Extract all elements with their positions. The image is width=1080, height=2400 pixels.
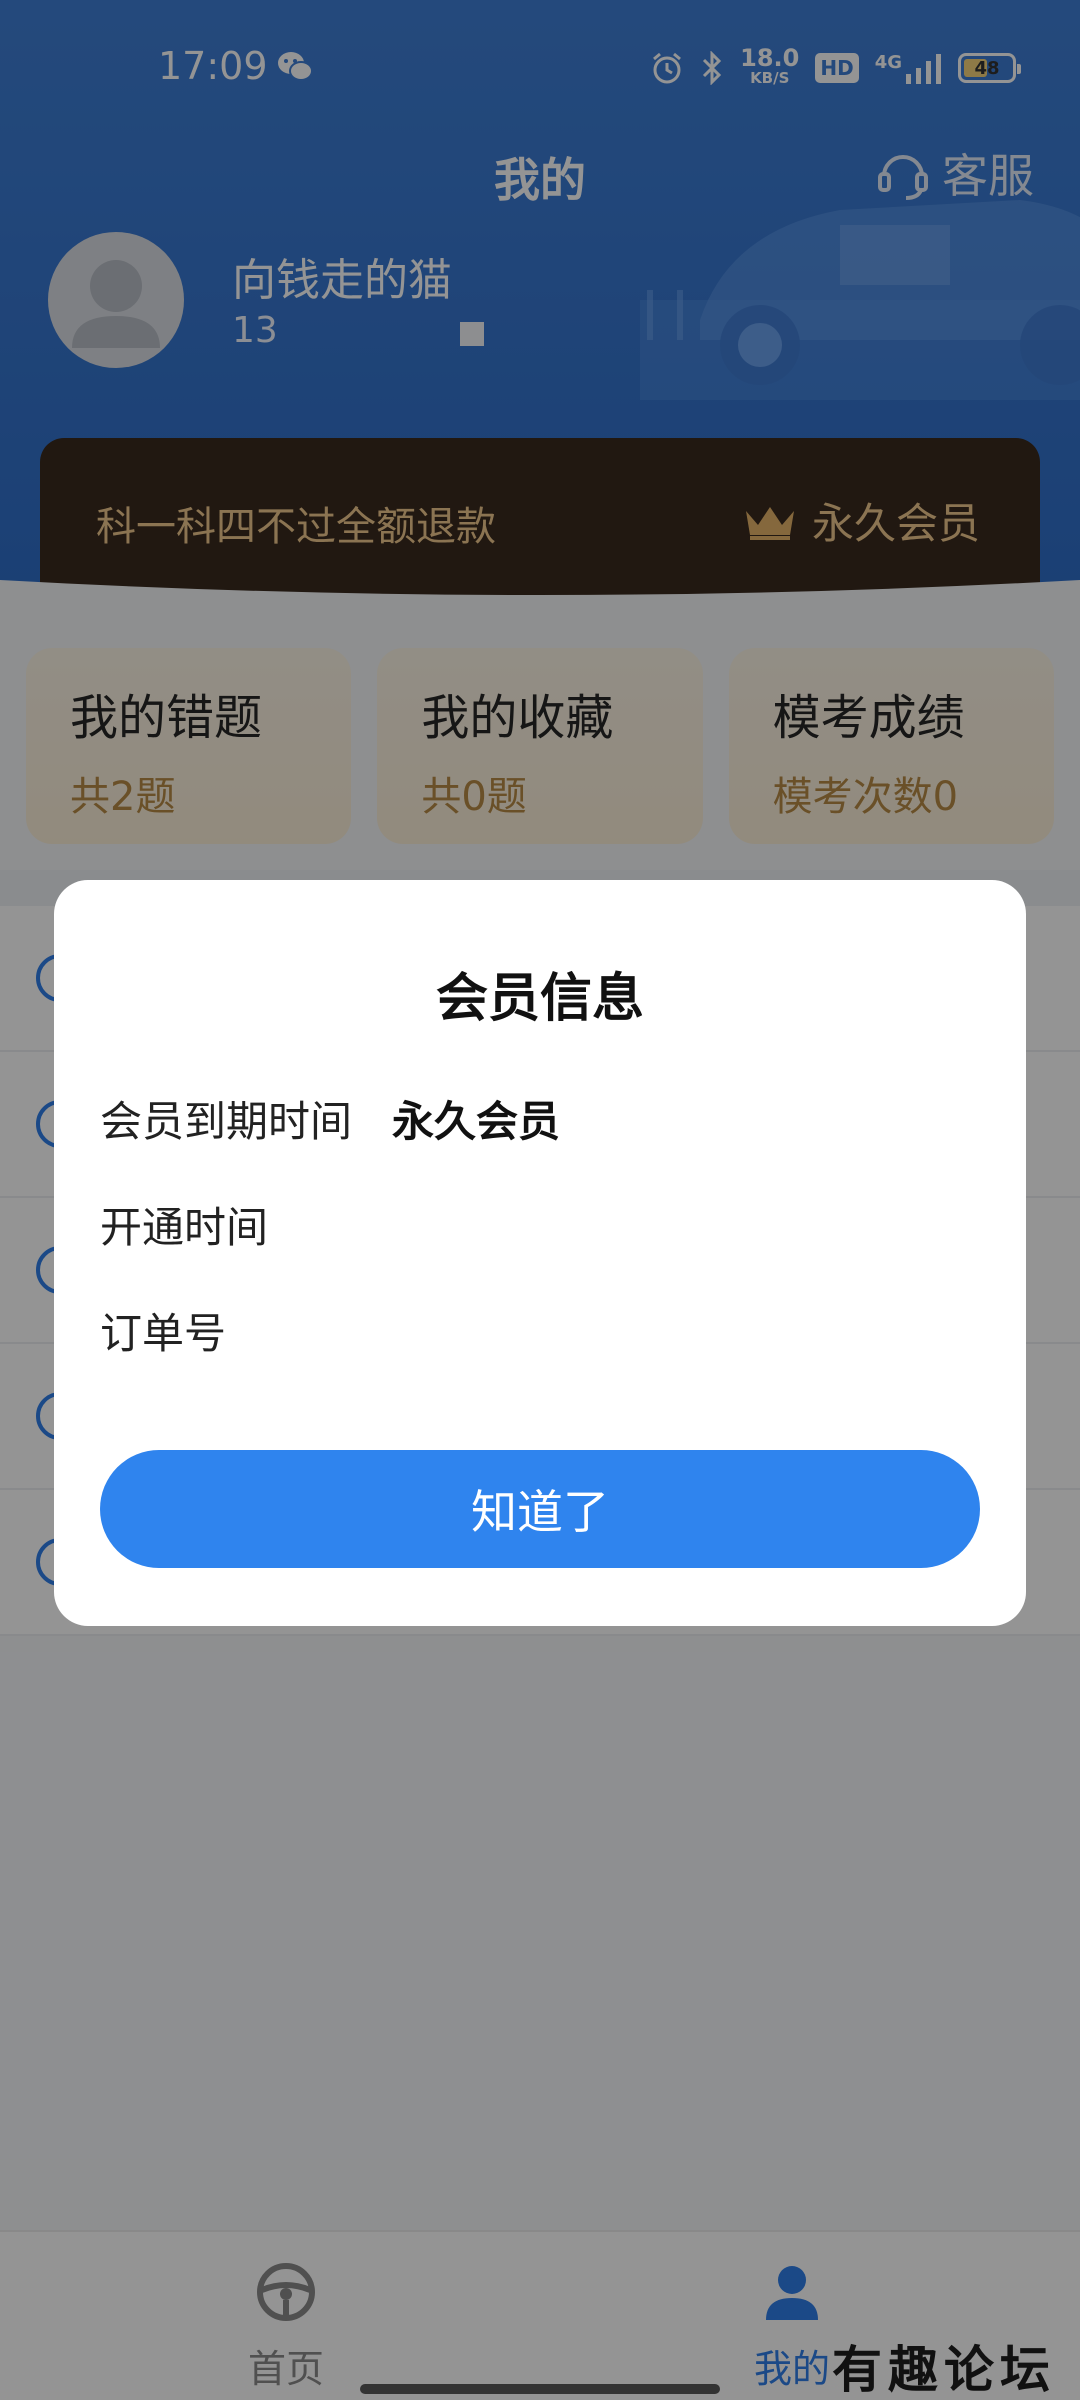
expiry-label: 会员到期时间	[100, 1097, 353, 1146]
home-indicator[interactable]	[360, 2384, 720, 2394]
activation-label: 开通时间	[100, 1203, 269, 1252]
order-label: 订单号	[100, 1309, 227, 1358]
expiry-row: 会员到期时间 永久会员	[100, 1088, 560, 1149]
dialog-title: 会员信息	[435, 969, 644, 1029]
expiry-value: 永久会员	[392, 1097, 561, 1146]
member-info-dialog: 会员信息 会员到期时间 永久会员 开通时间 订单号 知道了	[54, 880, 1026, 1626]
got-it-button[interactable]: 知道了	[100, 1450, 980, 1568]
watermark: 有趣论坛	[832, 2340, 1056, 2399]
activation-row: 开通时间	[100, 1194, 308, 1255]
order-row: 订单号	[100, 1300, 266, 1361]
